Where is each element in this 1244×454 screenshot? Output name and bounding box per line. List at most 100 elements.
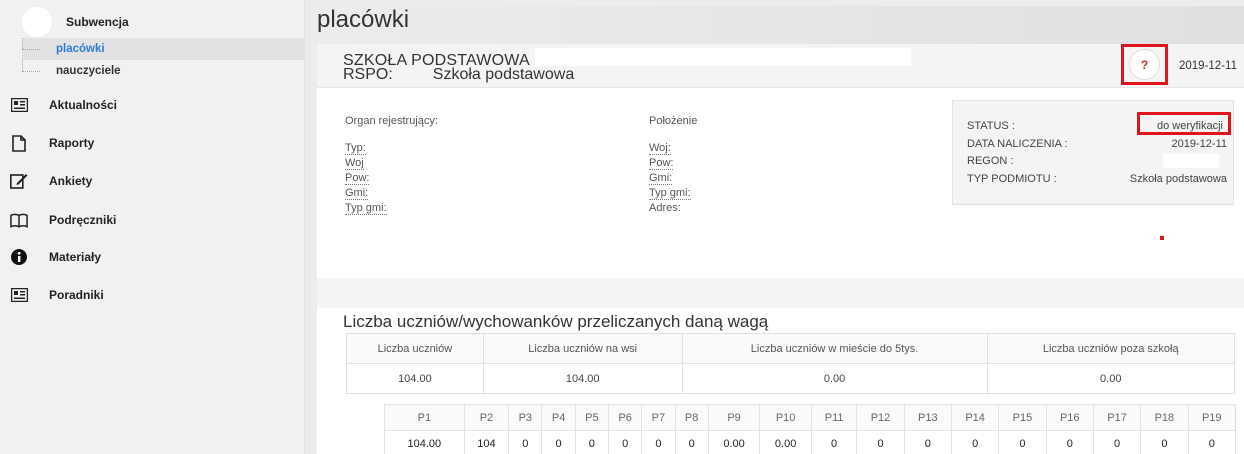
table-header: P10 <box>759 404 812 431</box>
sidebar-header-label: Subwencja <box>66 15 129 29</box>
section-title: Liczba uczniów/wychowanków przeliczanych… <box>343 312 769 331</box>
polozenie-field: Woj: <box>649 142 671 155</box>
book-icon <box>10 211 28 229</box>
status-label: STATUS : <box>967 120 1015 132</box>
school-card: SZKOŁA PODSTAWOWA RSPO: Szkoła podstawowa… <box>317 44 1244 454</box>
table-cell: 0 <box>1045 430 1094 454</box>
table-row: 104.00 104.00 0.00 0.00 <box>346 363 1236 394</box>
table-header: P6 <box>607 404 643 431</box>
sidebar-item-label: placówki <box>56 43 105 55</box>
sidebar-item-placowki[interactable]: placówki <box>22 38 305 60</box>
table-cell: 0 <box>856 430 905 454</box>
polozenie-section: Położenie Woj: Pow: Gmi: Typ gmi: Adres: <box>649 114 697 216</box>
table-header: P7 <box>641 404 676 431</box>
file-icon <box>10 134 28 152</box>
rspo-label: RSPO: <box>343 66 393 83</box>
type-row: TYP PODMIOTU : Szkoła podstawowa <box>967 171 1227 187</box>
table-cell: 0 <box>1092 430 1142 454</box>
table-cell: 0 <box>903 430 952 454</box>
polozenie-field: Typ gmi: <box>649 187 691 200</box>
table-cell: 0.00 <box>759 430 812 454</box>
organ-field: Gmi: <box>345 187 369 200</box>
redacted-field <box>1163 154 1219 168</box>
edit-icon <box>10 172 28 190</box>
organ-field: Typ gmi: <box>345 202 387 215</box>
table-header: P13 <box>903 404 952 431</box>
table-header: P17 <box>1092 404 1142 431</box>
table-header: P19 <box>1187 404 1237 431</box>
table-header: P1 <box>384 404 465 431</box>
polozenie-field: Adres: <box>649 202 681 214</box>
table-cell: 0 <box>641 430 676 454</box>
newspaper-icon <box>10 286 28 304</box>
table-header: P15 <box>998 404 1047 431</box>
date-label: DATA NALICZENIA : <box>967 138 1068 150</box>
organ-field: Woj <box>345 157 364 170</box>
app-root: { "sidebar": { "header": "Subwencja", "s… <box>0 0 1244 454</box>
table-header: P9 <box>707 404 761 431</box>
sidebar-item-poradniki[interactable]: Poradniki <box>10 281 300 309</box>
sidebar-item-materialy[interactable]: Materiały <box>10 243 300 271</box>
tree-connector <box>22 60 50 82</box>
table-cell: 0 <box>810 430 858 454</box>
page-title: placówki <box>317 6 410 33</box>
table-header-row: P1 P2 P3 P4 P5 P6 P7 P8 P9 P10 P11 P12 P13 P14 P15 P16 P… <box>384 404 1237 431</box>
table-header: P11 <box>810 404 858 431</box>
date-value: 2019-12-11 <box>1171 138 1227 150</box>
table-cell: 0 <box>607 430 643 454</box>
help-highlight: ? <box>1121 44 1168 85</box>
table-cell: 0 <box>574 430 610 454</box>
redacted-field <box>535 48 911 66</box>
sidebar-item-label: Ankiety <box>49 174 93 188</box>
summary-table: Liczba uczniów Liczba uczniów na wsi Lic… <box>346 333 1236 394</box>
regon-label: REGON : <box>967 155 1014 167</box>
table-cell: 104.00 <box>482 363 683 394</box>
organ-title: Organ rejestrujący: <box>345 115 438 127</box>
header-date: 2019-12-11 <box>1179 60 1237 72</box>
avatar <box>22 7 52 37</box>
sidebar-item-podreczniki[interactable]: Podręczniki <box>10 206 300 234</box>
help-button[interactable]: ? <box>1129 49 1160 80</box>
organ-field: Pow: <box>345 172 370 185</box>
type-label: TYP PODMIOTU : <box>967 173 1057 185</box>
organ-section: Organ rejestrujący: Typ: Woj Pow: Gmi: T… <box>345 114 438 216</box>
sidebar-header[interactable]: Subwencja <box>22 7 302 37</box>
polozenie-title: Położenie <box>649 115 698 127</box>
table-header: P12 <box>856 404 905 431</box>
table-header-row: Liczba uczniów Liczba uczniów na wsi Lic… <box>346 333 1236 364</box>
table-header: P18 <box>1140 404 1189 431</box>
table-header: Liczba uczniów <box>346 333 484 364</box>
table-header: P16 <box>1045 404 1094 431</box>
sidebar-item-raporty[interactable]: Raporty <box>10 129 300 157</box>
table-cell: 0 <box>1187 430 1237 454</box>
sidebar-item-label: Podręczniki <box>49 213 117 227</box>
table-cell: 104 <box>463 430 510 454</box>
sidebar-item-label: Materiały <box>49 250 102 264</box>
table-header: P4 <box>541 404 576 431</box>
table-header: Liczba uczniów w mieście do 5tys. <box>681 333 988 364</box>
weights-table: P1 P2 P3 P4 P5 P6 P7 P8 P9 P10 P11 P12 P13 P14 P15 P16 P… <box>384 404 1237 454</box>
regon-row: REGON : <box>967 153 1227 169</box>
rspo-line: RSPO: Szkoła podstawowa <box>343 66 574 84</box>
table-cell: 0.00 <box>681 363 988 394</box>
type-value: Szkoła podstawowa <box>1129 173 1227 185</box>
table-cell: 104.00 <box>384 430 465 454</box>
table-cell: 0 <box>674 430 709 454</box>
sidebar-item-aktualnosci[interactable]: Aktualności <box>10 91 300 119</box>
card-header: SZKOŁA PODSTAWOWA RSPO: Szkoła podstawowa… <box>317 44 1244 88</box>
table-cell: 0 <box>998 430 1047 454</box>
table-cell: 0 <box>1140 430 1189 454</box>
table-cell: 0 <box>508 430 543 454</box>
sidebar-item-ankiety[interactable]: Ankiety <box>10 167 300 195</box>
status-box: STATUS : do weryfikacji DATA NALICZENIA … <box>952 100 1234 205</box>
marker-dot <box>1160 236 1164 240</box>
section-divider <box>317 278 1244 308</box>
polozenie-field: Pow: <box>649 157 674 170</box>
date-row: DATA NALICZENIA : 2019-12-11 <box>967 136 1227 152</box>
table-cell: 0 <box>950 430 1000 454</box>
sidebar-item-nauczyciele[interactable]: nauczyciele <box>22 60 305 82</box>
table-cell: 0.00 <box>707 430 761 454</box>
newspaper-icon <box>10 96 28 114</box>
status-highlight <box>1137 112 1231 135</box>
sidebar: Subwencja placówki nauczyciele Aktualnoś… <box>0 0 305 454</box>
